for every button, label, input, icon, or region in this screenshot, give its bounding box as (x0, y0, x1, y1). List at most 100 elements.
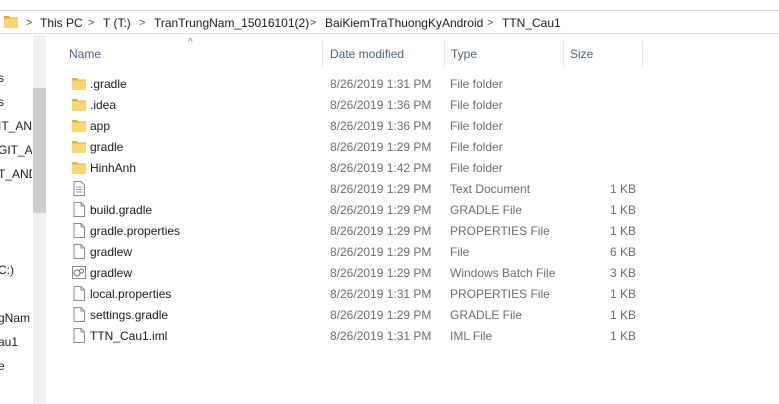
breadcrumb-separator[interactable]: > (139, 15, 145, 31)
file-name: .gradle (90, 77, 127, 91)
file-type: File (450, 245, 470, 259)
folder-icon (72, 118, 86, 133)
nav-item[interactable]: s (0, 71, 32, 85)
file-type: Text Document (450, 182, 531, 196)
file-icon (72, 223, 86, 238)
nav-item[interactable]: s (0, 95, 32, 109)
file-date-modified: 8/26/2019 1:29 PM (330, 140, 432, 154)
file-icon (72, 286, 86, 301)
file-size: 3 KB (609, 266, 636, 280)
column-divider[interactable] (563, 41, 564, 67)
file-name: gradlew (90, 266, 133, 280)
file-type: File folder (450, 98, 503, 112)
sort-ascending-icon: ^ (188, 37, 193, 48)
breadcrumb-separator[interactable]: > (310, 15, 316, 31)
file-icon (72, 202, 86, 217)
file-row[interactable]: gradlew 8/26/2019 1:29 PM File 6 KB (48, 241, 642, 262)
file-size: 1 KB (609, 182, 636, 196)
file-type: GRADLE File (450, 203, 523, 217)
file-type: File folder (450, 119, 503, 133)
file-row[interactable]: 8/26/2019 1:29 PM Text Document 1 KB (48, 178, 642, 199)
file-size (568, 97, 636, 113)
file-name: build.gradle (90, 203, 153, 217)
folder-icon (72, 76, 86, 91)
nav-item[interactable]: gNam (0, 311, 32, 325)
nav-item[interactable]: T_AND (0, 167, 32, 181)
breadcrumb-folder[interactable]: BaiKiemTraThuongKyAndroid (325, 15, 483, 31)
column-divider[interactable] (642, 41, 643, 67)
file-type: GRADLE File (450, 308, 523, 322)
file-size (568, 139, 636, 155)
file-row[interactable]: app 8/26/2019 1:36 PM File folder (48, 115, 642, 136)
file-row[interactable]: .idea 8/26/2019 1:36 PM File folder (48, 94, 642, 115)
file-row[interactable]: gradlew 8/26/2019 1:29 PM Windows Batch Fi… (48, 262, 642, 283)
navigation-pane: s s IT_AND GIT_AN T_AND C:) gNam au1 e (0, 35, 48, 404)
column-date-modified[interactable]: Date modified (330, 46, 404, 62)
file-size: 1 KB (609, 308, 636, 322)
breadcrumb-folder[interactable]: TranTrungNam_15016101(2) (154, 15, 309, 31)
breadcrumb-this-pc[interactable]: This PC (40, 15, 83, 31)
file-name: local.properties (90, 287, 172, 301)
file-row[interactable]: local.properties 8/26/2019 1:31 PM PROPERT… (48, 283, 642, 304)
file-name: settings.gradle (90, 308, 169, 322)
nav-item[interactable]: e (0, 359, 32, 373)
breadcrumb-separator[interactable]: > (487, 15, 493, 31)
breadcrumb-separator[interactable]: > (88, 15, 94, 31)
file-row[interactable]: HinhAnh 8/26/2019 1:42 PM File folder (48, 157, 642, 178)
nav-item[interactable]: C:) (0, 263, 32, 277)
file-type: PROPERTIES File (450, 287, 550, 301)
file-date-modified: 8/26/2019 1:31 PM (330, 77, 432, 91)
file-row[interactable]: gradle 8/26/2019 1:29 PM File folder (48, 136, 642, 157)
file-date-modified: 8/26/2019 1:36 PM (330, 119, 432, 133)
folder-icon (72, 139, 86, 154)
column-size[interactable]: Size (570, 46, 593, 62)
file-size: 1 KB (609, 203, 636, 217)
nav-item[interactable]: au1 (0, 335, 32, 349)
file-row[interactable]: build.gradle 8/26/2019 1:29 PM GRADLE File… (48, 199, 642, 220)
nav-item[interactable]: GIT_AN (0, 143, 32, 157)
file-size: 1 KB (609, 329, 636, 343)
file-name: app (90, 119, 111, 133)
file-date-modified: 8/26/2019 1:29 PM (330, 266, 432, 280)
column-name[interactable]: Name (69, 46, 101, 62)
file-size: 1 KB (609, 287, 636, 301)
folder-icon (72, 160, 86, 175)
file-date-modified: 8/26/2019 1:42 PM (330, 161, 432, 175)
text-document-icon (72, 181, 86, 196)
file-size (568, 118, 636, 134)
column-type[interactable]: Type (451, 46, 477, 62)
file-date-modified: 8/26/2019 1:36 PM (330, 98, 432, 112)
breadcrumb-drive[interactable]: T (T:) (103, 15, 131, 31)
file-size (568, 160, 636, 176)
file-date-modified: 8/26/2019 1:29 PM (330, 182, 432, 196)
file-type: PROPERTIES File (450, 224, 550, 238)
file-row[interactable]: gradle.properties 8/26/2019 1:29 PM PROPER… (48, 220, 642, 241)
nav-item[interactable]: IT_AND (0, 119, 32, 133)
nav-scrollbar-thumb[interactable] (33, 88, 46, 213)
file-date-modified: 8/26/2019 1:31 PM (330, 329, 432, 343)
column-header: ^ Name Date modified Type Size (48, 35, 779, 69)
file-row[interactable]: .gradle 8/26/2019 1:31 PM File folder (48, 73, 642, 94)
file-date-modified: 8/26/2019 1:31 PM (330, 287, 432, 301)
file-date-modified: 8/26/2019 1:29 PM (330, 245, 432, 259)
folder-icon (4, 16, 18, 28)
file-row[interactable]: settings.gradle 8/26/2019 1:29 PM GRADLE F… (48, 304, 642, 325)
file-type: File folder (450, 140, 503, 154)
file-size: 6 KB (609, 245, 636, 259)
file-row[interactable]: TTN_Cau1.iml 8/26/2019 1:31 PM IML File 1 K… (48, 325, 642, 346)
file-size: 1 KB (609, 224, 636, 238)
column-divider[interactable] (444, 41, 445, 67)
file-name: .idea (90, 98, 117, 112)
file-type: IML File (450, 329, 493, 343)
file-size (568, 76, 636, 92)
breadcrumb-separator[interactable]: > (26, 15, 32, 31)
file-icon (72, 307, 86, 322)
address-bar[interactable]: > This PC > T (T:) > TranTrungNam_150161… (0, 10, 779, 34)
folder-icon (72, 97, 86, 112)
file-type: File folder (450, 77, 503, 91)
column-divider[interactable] (322, 41, 323, 67)
file-name: gradlew (90, 245, 133, 259)
file-date-modified: 8/26/2019 1:29 PM (330, 308, 432, 322)
breadcrumb-current[interactable]: TTN_Cau1 (502, 15, 561, 31)
file-date-modified: 8/26/2019 1:29 PM (330, 203, 432, 217)
